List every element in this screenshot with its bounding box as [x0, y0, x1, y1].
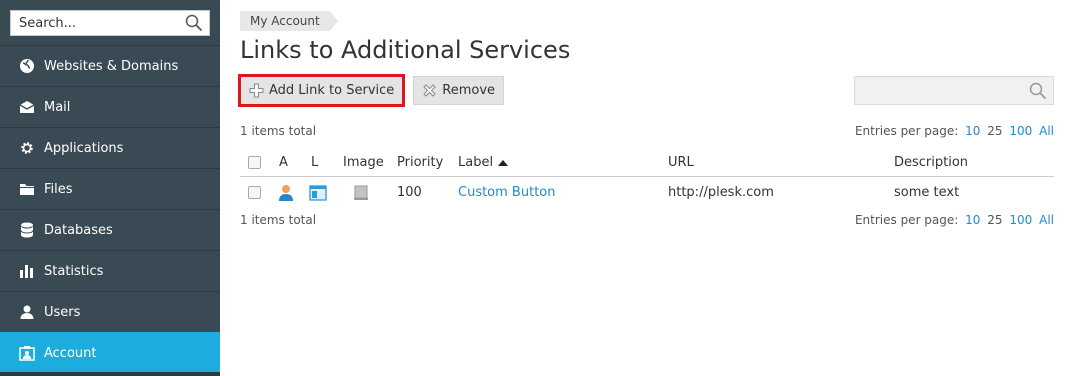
per-page-option-100[interactable]: 100 — [1009, 213, 1032, 227]
list-search[interactable] — [854, 76, 1054, 105]
add-link-label: Add Link to Service — [269, 83, 395, 98]
main-content: My Account Links to Additional Services … — [220, 0, 1074, 376]
header-url[interactable]: URL — [668, 149, 694, 176]
sidebar-item-files[interactable]: Files — [0, 168, 220, 209]
bar-chart-icon — [18, 262, 36, 280]
sidebar-nav: Websites & Domains Mail Applications Fil… — [0, 45, 220, 373]
sidebar-item-label: Users — [44, 304, 81, 320]
sidebar-item-label: Databases — [44, 222, 113, 238]
sidebar-item-label: Statistics — [44, 263, 104, 279]
sidebar-item-users[interactable]: Users — [0, 291, 220, 332]
window-layout-icon — [309, 184, 327, 201]
header-a[interactable]: A — [279, 149, 288, 176]
account-icon — [18, 344, 36, 362]
gear-icon — [18, 139, 36, 157]
user-access-icon — [279, 184, 293, 201]
database-icon — [18, 221, 36, 239]
search-icon[interactable] — [185, 14, 203, 32]
items-total-top: 1 items total — [240, 124, 317, 138]
per-page-option-all[interactable]: All — [1039, 124, 1054, 138]
sidebar-item-label: Applications — [44, 140, 124, 156]
sidebar-item-label: Account — [44, 345, 97, 361]
row-l-cell — [309, 177, 327, 208]
entries-per-page-bottom: Entries per page: 10 25 100 All — [855, 213, 1054, 227]
header-label[interactable]: Label — [458, 149, 509, 176]
row-label-link[interactable]: Custom Button — [458, 177, 555, 208]
row-checkbox-cell — [248, 177, 261, 208]
per-page-option-25: 25 — [987, 213, 1003, 227]
header-description[interactable]: Description — [894, 149, 968, 176]
entries-per-page-label: Entries per page: — [854, 124, 959, 138]
sidebar-item-applications[interactable]: Applications — [0, 127, 220, 168]
folder-icon — [18, 180, 36, 198]
sidebar-item-mail[interactable]: Mail — [0, 86, 220, 127]
table-header: A L Image Priority Label URL Description — [240, 149, 1054, 177]
table-row: 100 Custom Button http://plesk.com some … — [240, 177, 1054, 208]
remove-label: Remove — [442, 83, 496, 98]
breadcrumb: My Account — [240, 11, 338, 31]
per-page-option-10[interactable]: 10 — [965, 213, 980, 227]
per-page-option-all[interactable]: All — [1039, 213, 1054, 227]
sort-ascending-icon — [498, 159, 509, 166]
row-description: some text — [894, 185, 960, 200]
select-all-checkbox-cell — [248, 149, 261, 176]
row-a-cell — [277, 177, 295, 208]
globe-icon — [18, 57, 36, 75]
sidebar-item-label: Websites & Domains — [44, 58, 179, 74]
entries-per-page-top: Entries per page: 10 25 100 All — [855, 124, 1054, 138]
row-checkbox[interactable] — [248, 186, 261, 199]
per-page-option-10[interactable]: 10 — [965, 124, 980, 138]
breadcrumb-my-account[interactable]: My Account — [240, 11, 338, 31]
sidebar-item-label: Files — [44, 181, 73, 197]
page-title: Links to Additional Services — [240, 36, 571, 64]
sidebar-item-account[interactable]: Account — [0, 332, 220, 373]
plus-icon — [249, 83, 264, 98]
row-priority: 100 — [397, 185, 422, 200]
row-image-cell — [353, 177, 369, 208]
sidebar: Websites & Domains Mail Applications Fil… — [0, 0, 220, 376]
list-search-input[interactable] — [855, 77, 1025, 104]
entries-per-page-label: Entries per page: — [854, 213, 959, 227]
remove-x-icon — [423, 84, 437, 97]
sidebar-item-label: Mail — [44, 99, 71, 115]
toolbar: Add Link to Service Remove — [237, 74, 505, 107]
sidebar-search[interactable] — [10, 10, 210, 36]
sidebar-bottom-bar — [0, 372, 220, 376]
sidebar-item-statistics[interactable]: Statistics — [0, 250, 220, 291]
header-label-text: Label — [458, 155, 494, 170]
user-icon — [18, 303, 36, 321]
remove-button[interactable]: Remove — [413, 76, 505, 105]
sidebar-search-input[interactable] — [11, 11, 181, 35]
row-url: http://plesk.com — [668, 185, 774, 200]
envelope-icon — [18, 98, 36, 116]
sidebar-item-websites-domains[interactable]: Websites & Domains — [0, 45, 220, 86]
per-page-option-100[interactable]: 100 — [1009, 124, 1032, 138]
select-all-checkbox[interactable] — [248, 156, 261, 169]
header-l[interactable]: L — [311, 149, 318, 176]
items-total-bottom: 1 items total — [240, 213, 317, 227]
header-image[interactable]: Image — [343, 149, 384, 176]
sidebar-item-databases[interactable]: Databases — [0, 209, 220, 250]
default-image-icon — [354, 185, 368, 200]
add-link-button[interactable]: Add Link to Service — [237, 74, 406, 107]
search-icon[interactable] — [1029, 82, 1047, 100]
services-table: A L Image Priority Label URL Description… — [240, 149, 1054, 208]
per-page-option-25: 25 — [987, 124, 1003, 138]
header-priority[interactable]: Priority — [397, 149, 443, 176]
